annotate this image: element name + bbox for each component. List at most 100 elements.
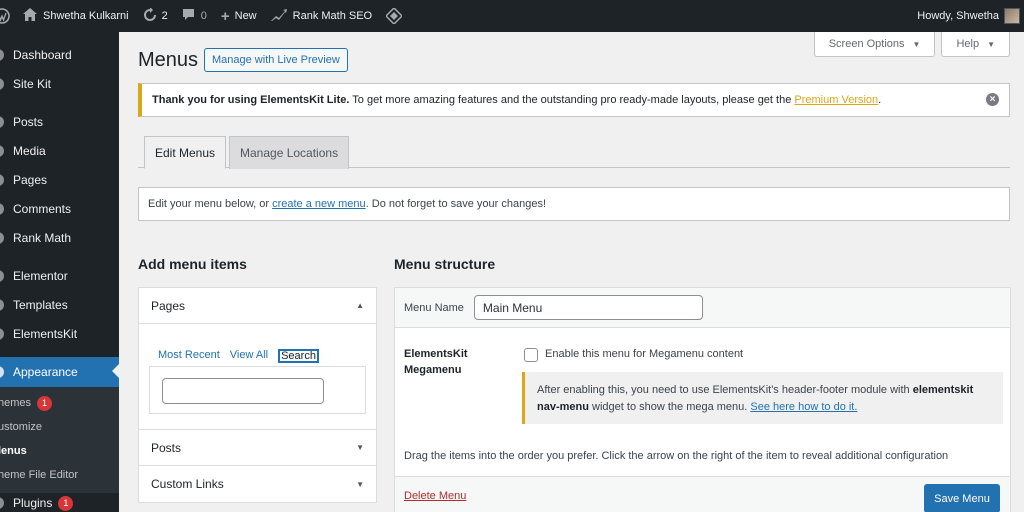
accordion-pages-header[interactable]: Pages ▲ xyxy=(139,288,376,324)
tab-view-all[interactable]: View All xyxy=(230,349,268,363)
comments-icon xyxy=(182,8,195,24)
elementskit-notice: Thank you for using ElementsKit Lite. To… xyxy=(138,83,1010,117)
site-name-link[interactable]: Shwetha Kulkarni xyxy=(16,0,136,32)
dashboard-icon xyxy=(0,48,4,61)
new-label: New xyxy=(234,10,257,22)
menu-structure-heading: Menu structure xyxy=(394,256,496,272)
sidebar-item-label: ElementsKit xyxy=(13,326,78,341)
sidebar-item-label: Comments xyxy=(13,201,72,216)
sidebar-item-dashboard[interactable]: Dashboard xyxy=(0,40,119,69)
create-new-menu-link[interactable]: create a new menu xyxy=(272,198,366,210)
rank-math-label: Rank Math SEO xyxy=(292,10,373,22)
tab-most-recent[interactable]: Most Recent xyxy=(158,349,220,363)
nav-tabs: Edit Menus Manage Locations xyxy=(138,136,1010,169)
sidebar-item-media[interactable]: Media xyxy=(0,136,119,165)
site-name-label: Shwetha Kulkarni xyxy=(43,10,129,22)
updates-link[interactable]: 2 xyxy=(136,0,175,32)
updates-icon xyxy=(143,6,157,25)
sidebar-item-appearance[interactable]: Appearance xyxy=(0,357,119,387)
sidebar-item-elementskit[interactable]: ElementsKit xyxy=(0,319,119,348)
megamenu-label: ElementsKit Megamenu xyxy=(404,346,494,378)
accordion-posts-label: Posts xyxy=(151,440,182,455)
sidebar-item-elementor[interactable]: Elementor xyxy=(0,261,119,290)
home-icon xyxy=(23,8,37,24)
menu-footer: Delete Menu Save Menu xyxy=(395,476,1010,512)
premium-version-link[interactable]: Premium Version xyxy=(794,94,878,106)
sidebar-item-posts[interactable]: Posts xyxy=(0,107,119,136)
new-content-link[interactable]: + New xyxy=(214,0,264,32)
add-menu-items-accordion: Pages ▲ Most Recent View All Search Post… xyxy=(138,287,377,503)
arrow-up-icon: ▲ xyxy=(356,301,364,310)
sidebar-item-site-kit[interactable]: Site Kit xyxy=(0,69,119,98)
update-badge: 1 xyxy=(58,495,74,511)
accordion-custom-links-header[interactable]: Custom Links ▼ xyxy=(139,466,376,502)
megamenu-checkbox-label[interactable]: Enable this menu for Megamenu content xyxy=(545,348,743,360)
screen-options-label: Screen Options xyxy=(828,38,905,50)
caret-down-icon: ▼ xyxy=(912,39,921,49)
update-badge: 1 xyxy=(37,395,53,411)
notice-text: To get more amazing features and the out… xyxy=(352,94,792,106)
pages-icon xyxy=(0,173,4,186)
submenu-item-themes[interactable]: hemes 1 xyxy=(0,391,119,415)
admin-bar: Shwetha Kulkarni 2 0 + New Rank Math SEO… xyxy=(0,0,1024,32)
templates-icon xyxy=(0,298,4,311)
rank-math-link[interactable]: Rank Math SEO xyxy=(264,0,379,32)
sidebar-item-label: Pages xyxy=(13,172,48,187)
sidebar-item-label: Elementor xyxy=(13,268,68,283)
drag-instructions: Drag the items into the order you prefer… xyxy=(404,450,949,462)
menu-name-input[interactable]: Main Menu xyxy=(473,295,703,320)
sidebar-item-rank-math[interactable]: Rank Math xyxy=(0,223,119,252)
appearance-icon xyxy=(0,366,4,378)
save-menu-button[interactable]: Save Menu xyxy=(924,484,1000,512)
add-menu-items-heading: Add menu items xyxy=(138,256,247,272)
submenu-item-menus[interactable]: lenus xyxy=(0,439,119,463)
delete-menu-link[interactable]: Delete Menu xyxy=(404,490,466,502)
updates-count: 2 xyxy=(161,10,168,22)
sidebar-item-templates[interactable]: Templates xyxy=(0,290,119,319)
elementskit-icon xyxy=(0,327,4,340)
sidebar-item-label: Posts xyxy=(13,114,44,129)
sidebar-item-plugins[interactable]: Plugins 1 xyxy=(0,493,119,512)
search-panel xyxy=(149,366,366,414)
tab-manage-locations[interactable]: Manage Locations xyxy=(229,136,350,169)
appearance-submenu: hemes 1 ustomize lenus heme File Editor xyxy=(0,387,119,493)
submenu-label: lenus xyxy=(0,445,27,457)
megamenu-info: After enabling this, you need to use Ele… xyxy=(522,372,1003,424)
info-text-1: After enabling this, you need to use Ele… xyxy=(537,384,910,396)
tab-search[interactable]: Search xyxy=(278,349,319,363)
comments-link[interactable]: 0 xyxy=(175,0,214,32)
see-here-link[interactable]: See here how to do it. xyxy=(750,401,857,413)
rank-math-icon xyxy=(0,231,4,244)
submenu-item-theme-file-editor[interactable]: heme File Editor xyxy=(0,463,119,487)
sidebar-item-comments[interactable]: Comments xyxy=(0,194,119,223)
diamond-icon[interactable] xyxy=(379,0,409,32)
notice-suffix: . xyxy=(878,94,882,106)
live-preview-button[interactable]: Manage with Live Preview xyxy=(204,48,348,72)
submenu-label: ustomize xyxy=(0,421,43,433)
wordpress-logo-icon[interactable] xyxy=(0,0,16,32)
search-pages-input[interactable] xyxy=(162,378,324,404)
menu-header: Menu Name Main Menu xyxy=(395,288,1010,328)
help-button[interactable]: Help ▼ xyxy=(941,32,1010,57)
info-text-2: widget to show the mega menu. xyxy=(592,401,748,413)
dismiss-icon[interactable]: × xyxy=(986,93,999,106)
manage-menus-box: Edit your menu below, or create a new me… xyxy=(138,187,1010,221)
arrow-down-icon: ▼ xyxy=(356,443,364,452)
submenu-item-customize[interactable]: ustomize xyxy=(0,415,119,439)
accordion-posts-header[interactable]: Posts ▼ xyxy=(139,430,376,466)
plus-icon: + xyxy=(220,7,230,25)
plugins-icon xyxy=(0,497,4,509)
manage-menus-text: Edit your menu below, or xyxy=(148,198,270,210)
sidebar-item-label: Site Kit xyxy=(13,76,52,91)
menu-management: Menu Name Main Menu ElementsKit Megamenu… xyxy=(394,287,1011,512)
sidebar-item-label: Plugins xyxy=(13,496,53,510)
my-account-link[interactable]: Howdy, Shwetha xyxy=(910,0,1024,32)
main-content: Screen Options ▼ Help ▼ Menus Manage with … xyxy=(119,32,1024,512)
notice-bold-text: Thank you for using ElementsKit Lite. xyxy=(152,94,350,106)
caret-down-icon: ▼ xyxy=(987,39,995,49)
info-bold-2: nav-menu xyxy=(537,401,589,413)
screen-options-button[interactable]: Screen Options ▼ xyxy=(813,32,936,57)
sidebar-item-pages[interactable]: Pages xyxy=(0,165,119,194)
megamenu-checkbox[interactable] xyxy=(524,348,538,362)
tab-edit-menus[interactable]: Edit Menus xyxy=(144,136,227,169)
